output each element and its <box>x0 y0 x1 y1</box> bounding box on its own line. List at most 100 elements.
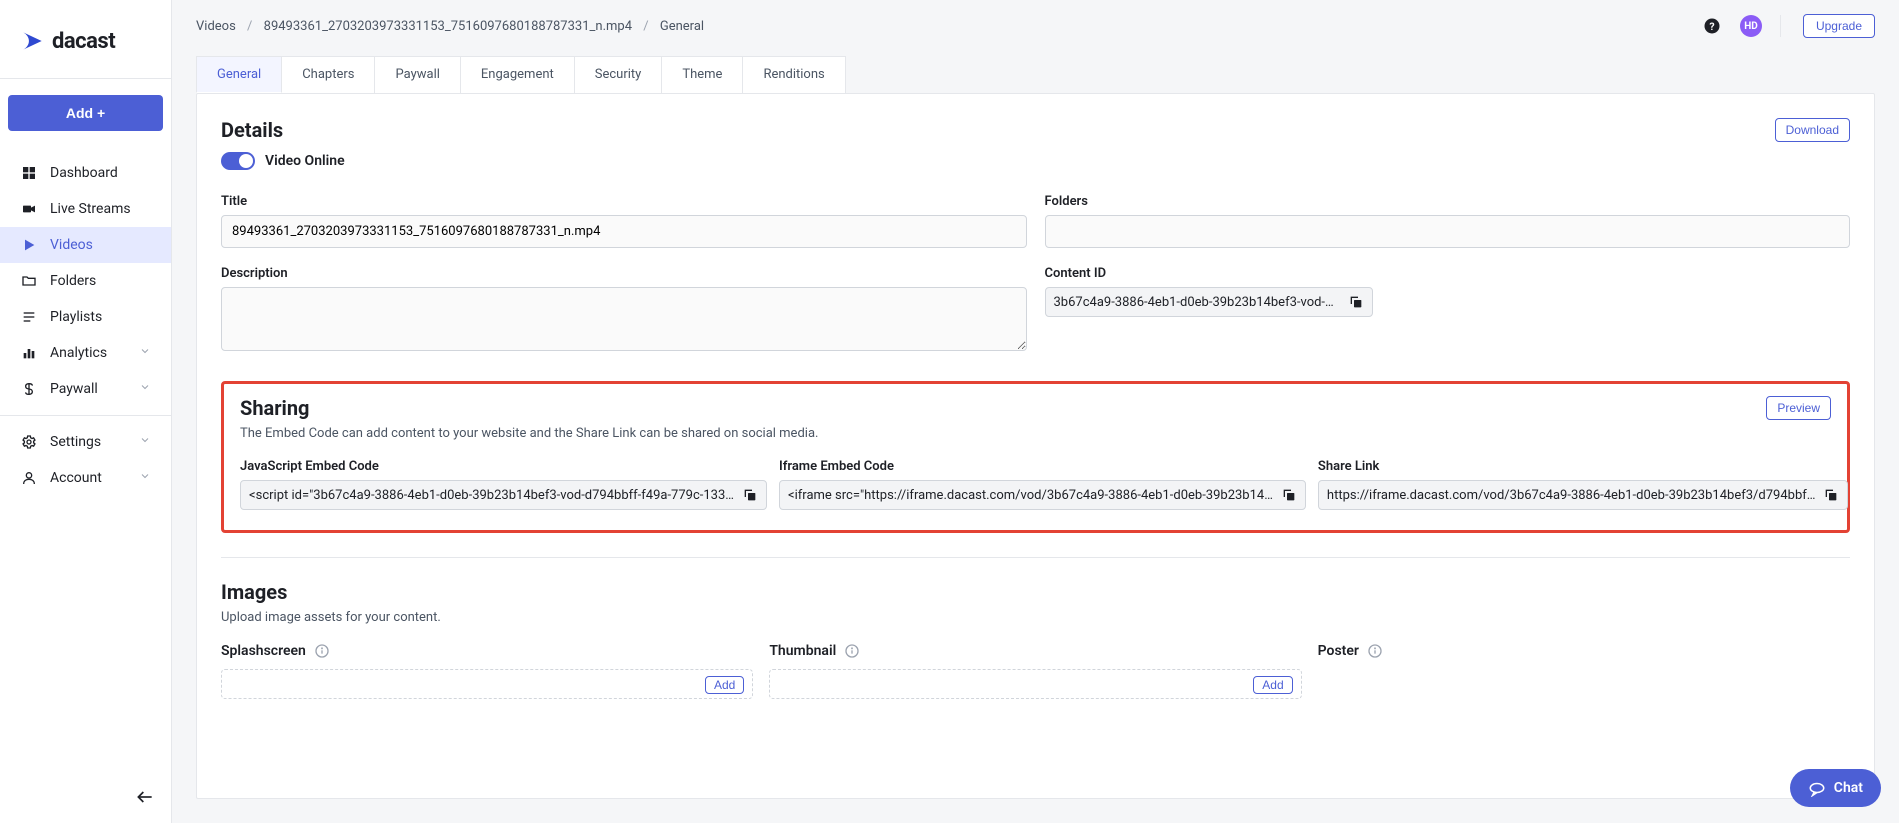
images-header: Images <box>221 580 1850 604</box>
sidebar-item-label: Dashboard <box>50 165 118 181</box>
folders-field-wrap: Folders <box>1045 194 1851 248</box>
sidebar-item-dashboard[interactable]: Dashboard <box>0 155 171 191</box>
add-thumbnail-button[interactable]: Add <box>1253 676 1292 694</box>
sidebar: dacast Add + Dashboard Live Streams Vide… <box>0 0 172 823</box>
share-link-field: https://iframe.dacast.com/vod/3b67c4a9-3… <box>1318 480 1849 510</box>
sidebar-item-label: Analytics <box>50 345 107 361</box>
images-subtext: Upload image assets for your content. <box>221 610 1850 625</box>
upgrade-button[interactable]: Upgrade <box>1803 14 1875 38</box>
tab-renditions[interactable]: Renditions <box>742 56 845 93</box>
collapse-sidebar-button[interactable] <box>119 775 171 823</box>
copy-js-embed-button[interactable] <box>742 487 758 503</box>
sidebar-item-settings[interactable]: Settings <box>0 424 171 460</box>
breadcrumb-root[interactable]: Videos <box>196 19 236 34</box>
description-input[interactable] <box>221 287 1027 351</box>
main: Videos / 89493361_2703203973331153_75160… <box>172 0 1899 823</box>
iframe-embed-field: <iframe src="https://iframe.dacast.com/v… <box>779 480 1306 510</box>
svg-text:?: ? <box>1709 20 1714 33</box>
content-panel: Details Download Video Online Title Fold… <box>196 93 1875 799</box>
logo-text: dacast <box>52 29 115 54</box>
chevron-down-icon <box>139 345 151 361</box>
copy-icon <box>1281 487 1297 503</box>
details-heading: Details <box>221 118 283 142</box>
splashscreen-info-button[interactable] <box>314 643 330 659</box>
sidebar-item-label: Playlists <box>50 309 102 325</box>
poster-info-button[interactable] <box>1367 643 1383 659</box>
tabs: General Chapters Paywall Engagement Secu… <box>196 56 1875 93</box>
sidebar-item-label: Paywall <box>50 381 98 397</box>
js-embed-label: JavaScript Embed Code <box>240 459 767 474</box>
logo-icon <box>20 28 46 54</box>
sidebar-item-folders[interactable]: Folders <box>0 263 171 299</box>
images-heading: Images <box>221 580 287 604</box>
copy-share-link-button[interactable] <box>1823 487 1839 503</box>
splashscreen-label: Splashscreen <box>221 643 306 659</box>
sidebar-item-analytics[interactable]: Analytics <box>0 335 171 371</box>
iframe-embed-value: <iframe src="https://iframe.dacast.com/v… <box>788 488 1273 503</box>
folders-input[interactable] <box>1045 215 1851 248</box>
info-icon <box>314 643 330 659</box>
camera-icon <box>20 200 38 218</box>
nav-separator <box>0 415 171 416</box>
share-link-wrap: Share Link https://iframe.dacast.com/vod… <box>1318 459 1849 510</box>
copy-iframe-embed-button[interactable] <box>1281 487 1297 503</box>
copy-icon <box>742 487 758 503</box>
chevron-down-icon <box>139 470 151 486</box>
splashscreen-dropzone[interactable]: Add <box>221 669 753 699</box>
thumbnail-info-button[interactable] <box>844 643 860 659</box>
chat-icon <box>1808 779 1826 797</box>
title-input[interactable] <box>221 215 1027 248</box>
sidebar-item-paywall[interactable]: Paywall <box>0 371 171 407</box>
description-label: Description <box>221 266 1027 281</box>
splashscreen-col: Splashscreen Add <box>221 643 753 699</box>
tab-security[interactable]: Security <box>574 56 663 93</box>
video-online-toggle[interactable] <box>221 152 255 170</box>
contentid-value: 3b67c4a9-3886-4eb1-d0eb-39b23b14bef3-vod… <box>1054 295 1340 310</box>
sidebar-item-account[interactable]: Account <box>0 460 171 496</box>
copy-contentid-button[interactable] <box>1348 294 1364 310</box>
tab-engagement[interactable]: Engagement <box>460 56 575 93</box>
sidebar-item-livestreams[interactable]: Live Streams <box>0 191 171 227</box>
copy-icon <box>1348 294 1364 310</box>
contentid-field-wrap: Content ID 3b67c4a9-3886-4eb1-d0eb-39b23… <box>1045 266 1851 355</box>
breadcrumb-leaf: General <box>660 19 704 34</box>
tab-theme[interactable]: Theme <box>661 56 743 93</box>
chat-label: Chat <box>1834 780 1863 796</box>
help-button[interactable]: ? <box>1702 16 1722 36</box>
sidebar-item-label: Account <box>50 470 102 486</box>
sharing-subtext: The Embed Code can add content to your w… <box>240 426 1831 441</box>
add-button[interactable]: Add + <box>8 95 163 131</box>
preview-button[interactable]: Preview <box>1766 396 1831 420</box>
thumbnail-dropzone[interactable]: Add <box>769 669 1301 699</box>
arrow-left-icon <box>135 787 155 807</box>
contentid-label: Content ID <box>1045 266 1851 281</box>
avatar[interactable]: HD <box>1740 15 1762 37</box>
contentid-field: 3b67c4a9-3886-4eb1-d0eb-39b23b14bef3-vod… <box>1045 287 1373 317</box>
analytics-icon <box>20 344 38 362</box>
tab-chapters[interactable]: Chapters <box>281 56 375 93</box>
sidebar-item-videos[interactable]: Videos <box>0 227 171 263</box>
iframe-embed-label: Iframe Embed Code <box>779 459 1306 474</box>
breadcrumb-file[interactable]: 89493361_2703203973331153_75160976801887… <box>264 19 632 34</box>
title-label: Title <box>221 194 1027 209</box>
sidebar-item-label: Live Streams <box>50 201 131 217</box>
details-header: Details Download <box>221 118 1850 142</box>
video-online-row: Video Online <box>221 152 1850 170</box>
folders-label: Folders <box>1045 194 1851 209</box>
user-icon <box>20 469 38 487</box>
sidebar-item-label: Videos <box>50 237 93 253</box>
sharing-heading: Sharing <box>240 396 309 420</box>
js-embed-wrap: JavaScript Embed Code <script id="3b67c4… <box>240 459 767 510</box>
tab-paywall[interactable]: Paywall <box>374 56 460 93</box>
add-splashscreen-button[interactable]: Add <box>705 676 744 694</box>
tab-general[interactable]: General <box>196 56 282 93</box>
sharing-header: Sharing Preview <box>240 396 1831 420</box>
sidebar-item-playlists[interactable]: Playlists <box>0 299 171 335</box>
download-button[interactable]: Download <box>1775 118 1850 142</box>
video-online-label: Video Online <box>265 153 345 169</box>
help-icon: ? <box>1703 17 1721 35</box>
chat-button[interactable]: Chat <box>1790 769 1881 807</box>
description-field-wrap: Description <box>221 266 1027 355</box>
topbar: Videos / 89493361_2703203973331153_75160… <box>172 0 1899 48</box>
share-link-label: Share Link <box>1318 459 1849 474</box>
